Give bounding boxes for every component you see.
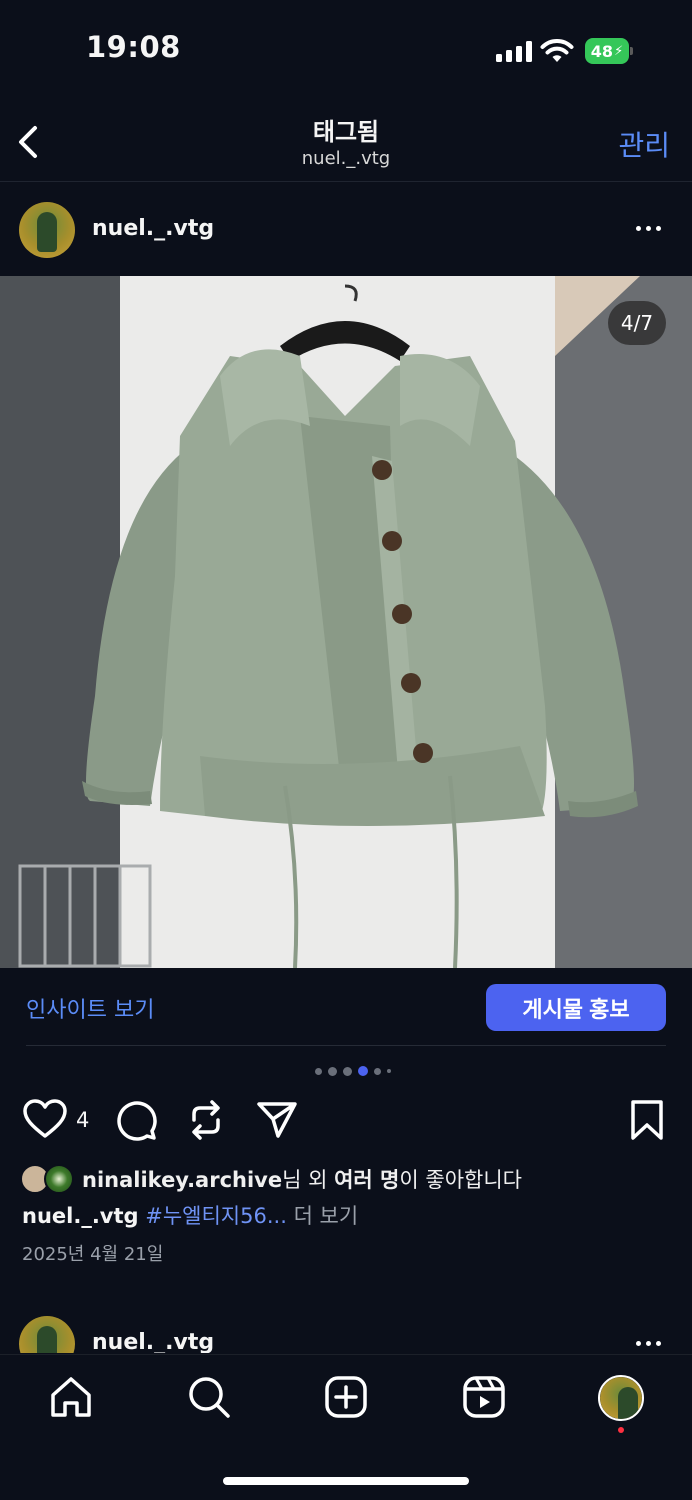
create-icon[interactable] bbox=[324, 1375, 368, 1419]
post-username[interactable]: nuel._.vtg bbox=[92, 216, 214, 241]
avatar[interactable] bbox=[19, 1316, 75, 1353]
avatar[interactable] bbox=[19, 202, 75, 258]
promote-post-button[interactable]: 게시물 홍보 bbox=[486, 984, 666, 1031]
share-icon[interactable] bbox=[256, 1098, 298, 1140]
profile-tab[interactable] bbox=[598, 1375, 644, 1421]
comment-icon[interactable] bbox=[114, 1098, 158, 1142]
jacket-photo bbox=[0, 276, 692, 968]
photo-counter: 4/7 bbox=[608, 301, 666, 345]
signal-icon bbox=[496, 40, 532, 62]
likes-others[interactable]: 여러 명 bbox=[334, 1168, 399, 1192]
carousel-dot bbox=[315, 1067, 322, 1075]
caption-username[interactable]: nuel._.vtg bbox=[22, 1204, 139, 1228]
reels-icon[interactable] bbox=[462, 1375, 506, 1419]
manage-button[interactable]: 관리 bbox=[618, 124, 670, 164]
carousel-dot bbox=[358, 1066, 368, 1076]
bookmark-icon[interactable] bbox=[629, 1098, 665, 1142]
caption-hashtag[interactable]: #누엘티지56... bbox=[145, 1204, 287, 1228]
battery-icon: 48 ⚡ bbox=[585, 38, 633, 64]
likes-text: ninalikey.archive님 외 여러 명이 좋아합니다 bbox=[82, 1164, 522, 1194]
status-bar: 19:08 48 ⚡ bbox=[0, 0, 692, 100]
next-post-header: nuel._.vtg bbox=[0, 1300, 692, 1353]
more-icon[interactable] bbox=[636, 1333, 666, 1353]
caption: nuel._.vtg #누엘티지56... 더 보기 bbox=[22, 1200, 358, 1230]
status-time: 19:08 bbox=[86, 30, 181, 64]
notification-dot bbox=[618, 1427, 624, 1433]
carousel-dot bbox=[343, 1066, 352, 1076]
action-bar: 4 bbox=[0, 1098, 692, 1144]
view-insights-link[interactable]: 인사이트 보기 bbox=[26, 992, 154, 1024]
carousel-dot bbox=[328, 1066, 337, 1076]
likes-text-part: 님 외 bbox=[282, 1168, 335, 1192]
more-link[interactable]: 더 보기 bbox=[294, 1204, 359, 1228]
carousel-dot bbox=[374, 1067, 381, 1075]
home-indicator[interactable] bbox=[223, 1477, 469, 1485]
nav-header: 태그됨 nuel._.vtg 관리 bbox=[0, 100, 692, 182]
likes-text-part: 이 좋아합니다 bbox=[399, 1168, 522, 1192]
avatar bbox=[44, 1164, 74, 1194]
more-icon[interactable] bbox=[636, 218, 666, 238]
page-subtitle: nuel._.vtg bbox=[301, 148, 391, 169]
repost-icon[interactable] bbox=[186, 1098, 226, 1142]
avatar bbox=[600, 1377, 642, 1419]
search-icon[interactable] bbox=[187, 1375, 231, 1419]
divider bbox=[26, 1045, 666, 1046]
liker-avatars bbox=[20, 1164, 78, 1194]
carousel-dot bbox=[387, 1069, 391, 1073]
page-title: 태그됨 bbox=[312, 118, 380, 146]
post-photo[interactable]: 4/7 bbox=[0, 276, 692, 968]
heart-icon[interactable] bbox=[22, 1098, 68, 1140]
battery-level: 48 bbox=[590, 41, 614, 61]
like-count[interactable]: 4 bbox=[76, 1108, 89, 1132]
wifi-icon bbox=[540, 39, 574, 62]
insight-row: 인사이트 보기 게시물 홍보 bbox=[0, 968, 692, 1046]
likes-summary[interactable]: ninalikey.archive님 외 여러 명이 좋아합니다 bbox=[20, 1162, 522, 1196]
carousel-dots bbox=[0, 1066, 692, 1076]
post-date: 2025년 4월 21일 bbox=[22, 1244, 164, 1265]
liker-username[interactable]: ninalikey.archive bbox=[82, 1168, 282, 1192]
post-username[interactable]: nuel._.vtg bbox=[92, 1330, 214, 1353]
home-icon[interactable] bbox=[49, 1375, 93, 1419]
post-header: nuel._.vtg bbox=[0, 183, 692, 276]
